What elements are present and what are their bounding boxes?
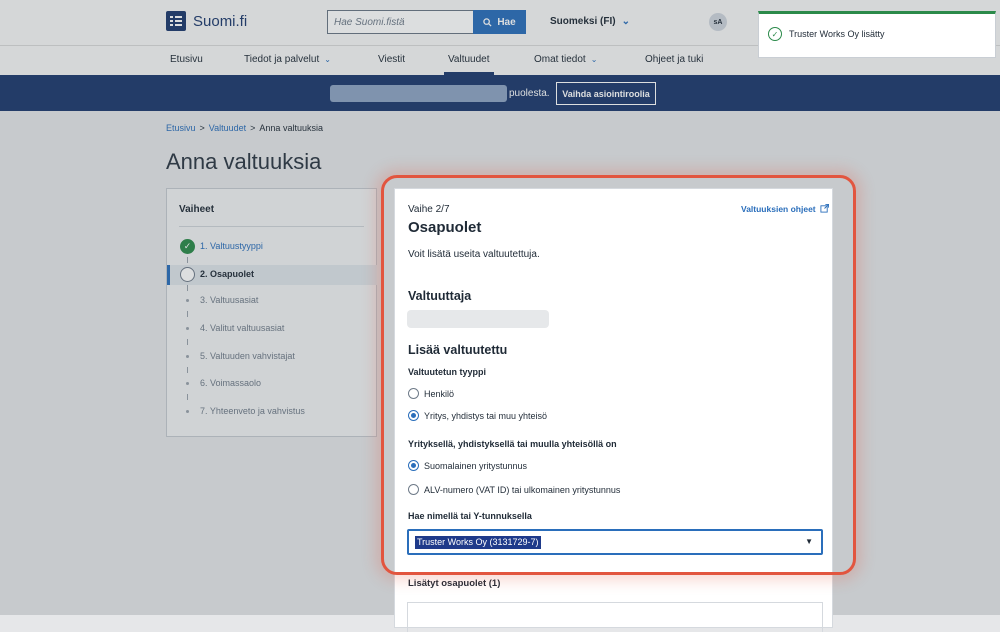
role-banner: puolesta. Vaihda asiointiroolia [0,75,1000,111]
breadcrumb-separator: > [199,123,205,133]
search-button[interactable]: Hae [473,10,526,34]
step-label: 6. Voimassaolo [200,378,262,388]
step-label: 4. Valitut valtuusasiat [200,323,285,333]
nav-item-label: Ohjeet ja tuki [645,54,704,65]
step-1[interactable]: ✓ 1. Valtuustyyppi [167,237,377,257]
step-dot-icon [186,299,189,302]
step-4: 4. Valitut valtuusasiat [167,319,377,339]
search-icon [483,17,492,27]
search-input[interactable]: Hae Suomi.fistä [327,10,473,34]
added-parties-list [407,602,823,632]
focus-highlight [381,175,856,575]
logo-icon [166,11,186,31]
steps-title: Vaiheet [179,204,215,215]
search-button-label: Hae [497,16,516,28]
step-dot-icon [186,327,189,330]
nav-item-label: Omat tiedot [534,54,586,65]
step-connector [187,257,188,263]
step-connector [187,394,188,400]
check-circle-icon: ✓ [768,27,782,41]
step-label: 7. Yhteenveto ja vahvistus [200,406,305,416]
page-title: Anna valtuuksia [166,149,322,174]
step-3: 3. Valtuusasiat [167,291,377,311]
divider [179,226,364,227]
step-dot-icon [186,382,189,385]
breadcrumb-valtuudet[interactable]: Valtuudet [209,123,246,133]
step-label: 5. Valtuuden vahvistajat [200,351,295,361]
breadcrumb-etusivu[interactable]: Etusivu [166,123,196,133]
chevron-down-icon: ⌄ [621,16,630,27]
step-dot-icon [186,410,189,413]
nav-item-label: Valtuudet [448,54,490,65]
breadcrumb-separator: > [250,123,256,133]
banner-suffix-text: puolesta. [509,88,550,99]
nav-item-ohjeet[interactable]: Ohjeet ja tuki [645,54,703,65]
step-label: 1. Valtuustyyppi [200,241,263,251]
nav-item-omat-tiedot[interactable]: Omat tiedot ⌄ [534,54,597,65]
success-toast: ✓ Truster Works Oy lisätty [758,11,996,58]
step-label: 3. Valtuusasiat [200,295,259,305]
check-icon: ✓ [180,239,195,254]
language-label: Suomeksi (FI) [550,16,616,27]
step-connector [187,367,188,373]
language-selector[interactable]: Suomeksi (FI) ⌄ [550,16,630,27]
nav-item-valtuudet[interactable]: Valtuudet [448,54,490,65]
toast-message: Truster Works Oy lisätty [789,29,885,39]
step-7: 7. Yhteenveto ja vahvistus [167,402,377,422]
chevron-down-icon: ⌄ [590,55,598,64]
suomi-fi-logo[interactable]: Suomi.fi [166,11,247,31]
current-step-icon [180,267,195,282]
nav-item-label: Tiedot ja palvelut [244,54,320,65]
nav-item-etusivu[interactable]: Etusivu [170,54,203,65]
step-label: 2. Osapuolet [200,269,255,279]
logo-text: Suomi.fi [193,12,248,30]
added-parties-heading: Lisätyt osapuolet (1) [408,578,501,589]
step-connector [187,311,188,317]
switch-role-button[interactable]: Vaihda asiointiroolia [556,82,656,105]
step-connector [187,339,188,345]
step-dot-icon [186,355,189,358]
steps-sidebar: Vaiheet ✓ 1. Valtuustyyppi 2. Osapuolet … [166,188,377,437]
step-2[interactable]: 2. Osapuolet [167,265,377,285]
breadcrumb: Etusivu > Valtuudet > Anna valtuuksia [166,123,323,133]
step-5: 5. Valtuuden vahvistajat [167,347,377,367]
step-6: 6. Voimassaolo [167,374,377,394]
nav-item-label: Etusivu [170,54,203,65]
chevron-down-icon: ⌄ [324,55,331,64]
nav-item-label: Viestit [378,54,406,65]
breadcrumb-current: Anna valtuuksia [259,123,323,133]
nav-item-tiedot[interactable]: Tiedot ja palvelut ⌄ [244,54,331,65]
nav-item-viestit[interactable]: Viestit [378,54,405,65]
redacted-organization-name [330,85,507,102]
user-avatar[interactable]: sA [709,13,727,31]
